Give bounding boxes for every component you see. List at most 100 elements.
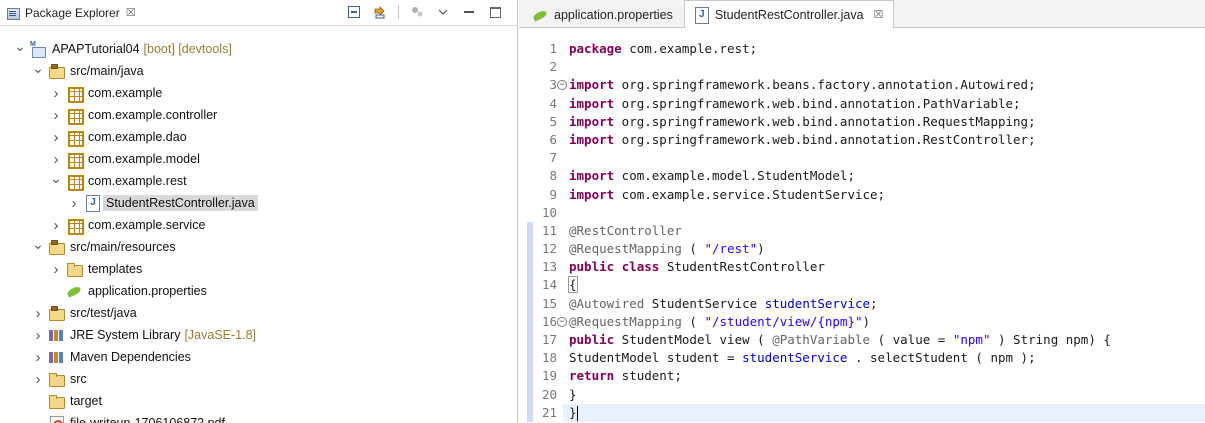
code-line[interactable]: 14 { bbox=[519, 276, 1205, 295]
tree-item-label: file-writeup-1706106872.pdf bbox=[70, 416, 225, 423]
tree-item[interactable]: ⌄ com.example.rest bbox=[0, 170, 517, 192]
chevron-down-icon[interactable]: ⌄ bbox=[14, 38, 26, 54]
code-line[interactable]: 10 bbox=[519, 204, 1205, 222]
code-line[interactable]: 16− @RequestMapping ( "/student/view/{npm… bbox=[519, 312, 1205, 331]
code-line[interactable]: 11 @RestController bbox=[519, 221, 1205, 241]
code-line[interactable]: 7 bbox=[519, 149, 1205, 167]
tree-item[interactable]: ⌄ APAPTutorial04[boot] [devtools] bbox=[0, 38, 517, 60]
code-token: ( value = bbox=[870, 332, 953, 347]
code-line[interactable]: 4 import org.springframework.web.bind.ann… bbox=[519, 95, 1205, 113]
chevron-right-icon[interactable]: › bbox=[32, 349, 44, 366]
link-with-editor-icon bbox=[374, 6, 385, 19]
chevron-right-icon[interactable]: › bbox=[50, 107, 62, 124]
code-token: import bbox=[569, 77, 615, 93]
code-line[interactable]: 21} bbox=[519, 403, 1205, 422]
chevron-right-icon[interactable]: › bbox=[50, 129, 62, 146]
minimize-button[interactable] bbox=[461, 4, 477, 20]
line-number: 2 bbox=[519, 58, 563, 76]
maximize-icon bbox=[489, 6, 501, 18]
editor-tab[interactable]: application.properties bbox=[523, 1, 684, 27]
focus-on-active-task-button[interactable] bbox=[409, 4, 425, 20]
code-token: @RequestMapping bbox=[569, 313, 682, 329]
editor-tab-label: StudentRestController.java bbox=[714, 7, 864, 22]
chevron-down-icon[interactable]: ⌄ bbox=[32, 236, 44, 252]
tree-item[interactable]: › src bbox=[0, 368, 517, 390]
code-line[interactable]: 2 bbox=[519, 58, 1205, 76]
code-line[interactable]: 9 import com.example.service.StudentServi… bbox=[519, 186, 1205, 204]
code-token: } bbox=[569, 404, 577, 420]
tree-item[interactable]: ›file-writeup-1706106872.pdf bbox=[0, 412, 517, 423]
line-number-text: 6 bbox=[549, 131, 557, 147]
chevron-right-icon[interactable]: › bbox=[32, 327, 44, 344]
library-icon bbox=[48, 327, 64, 343]
maximize-button[interactable] bbox=[487, 4, 503, 20]
code-line[interactable]: 5 import org.springframework.web.bind.ann… bbox=[519, 113, 1205, 131]
code-line[interactable]: 20} bbox=[519, 385, 1205, 404]
chevron-right-icon[interactable]: › bbox=[50, 151, 62, 168]
tree-item[interactable]: › Maven Dependencies bbox=[0, 346, 517, 368]
editor-tab-bar: application.properties StudentRestControl… bbox=[519, 0, 1205, 28]
code-line[interactable]: 18 StudentModel student = studentService … bbox=[519, 349, 1205, 368]
tree-item[interactable]: › com.example bbox=[0, 82, 517, 104]
code-area[interactable]: 1 package com.example.rest; 2 3− import org.… bbox=[519, 40, 1205, 422]
tree-item[interactable]: ›application.properties bbox=[0, 280, 517, 302]
fold-toggle-icon[interactable]: − bbox=[557, 316, 567, 327]
code-line[interactable]: 12 @RequestMapping ( "/rest") bbox=[519, 240, 1205, 259]
code-line[interactable]: 19 return student; bbox=[519, 367, 1205, 386]
code-text: } bbox=[563, 386, 577, 404]
tree-item[interactable]: › com.example.service bbox=[0, 214, 517, 236]
close-tab-icon[interactable]: ☒ bbox=[874, 8, 884, 21]
editor-tab-active[interactable]: StudentRestController.java ☒ bbox=[683, 0, 895, 28]
line-number-text: 21 bbox=[541, 404, 557, 420]
library-icon bbox=[48, 349, 64, 365]
chevron-right-icon[interactable]: › bbox=[32, 371, 44, 388]
code-token: org.springframework.web.bind.annotation.… bbox=[614, 95, 1021, 111]
tree-item[interactable]: ›target bbox=[0, 390, 517, 412]
line-number: 13 bbox=[519, 258, 563, 277]
tree-item[interactable]: › JRE System Library [JavaSE-1.8] bbox=[0, 324, 517, 346]
close-view-icon[interactable]: ☒ bbox=[126, 6, 136, 19]
chevron-down-icon[interactable]: ⌄ bbox=[32, 60, 44, 76]
chevron-right-icon[interactable]: › bbox=[50, 85, 62, 102]
tree-item[interactable]: › StudentRestController.java bbox=[0, 192, 517, 214]
line-number: 3− bbox=[519, 76, 567, 94]
tree-item[interactable]: › templates bbox=[0, 258, 517, 280]
view-menu-button[interactable] bbox=[435, 4, 451, 20]
code-line[interactable]: 6 import org.springframework.web.bind.ann… bbox=[519, 131, 1205, 149]
code-line[interactable]: 17 public StudentModel view ( @PathVariab… bbox=[519, 331, 1205, 350]
code-token: studentService bbox=[764, 295, 871, 311]
line-number: 10 bbox=[519, 204, 563, 222]
tree-item[interactable]: ⌄ src/main/java bbox=[0, 60, 517, 82]
line-number-text: 3 bbox=[549, 77, 557, 93]
tree-item[interactable]: › com.example.dao bbox=[0, 126, 517, 148]
chevron-right-icon[interactable]: › bbox=[32, 305, 44, 322]
package-icon bbox=[66, 129, 84, 147]
chevron-right-icon[interactable]: › bbox=[68, 195, 80, 212]
code-line[interactable]: 15 @Autowired StudentService studentServi… bbox=[519, 294, 1205, 313]
code-line[interactable]: 8 import com.example.model.StudentModel; bbox=[519, 167, 1205, 185]
code-line[interactable]: 1 package com.example.rest; bbox=[519, 40, 1205, 58]
code-line[interactable]: 3− import org.springframework.beans.facto… bbox=[519, 76, 1205, 94]
project-tree: ⌄ APAPTutorial04[boot] [devtools] ⌄ src/mai… bbox=[0, 38, 517, 423]
link-with-editor-button[interactable] bbox=[372, 4, 388, 20]
code-token: studentService bbox=[742, 350, 848, 366]
line-number: 21 bbox=[519, 403, 563, 422]
view-title[interactable]: Package Explorer bbox=[25, 6, 120, 20]
tree-item[interactable]: › com.example.model bbox=[0, 148, 517, 170]
line-number-text: 17 bbox=[541, 332, 557, 347]
chevron-right-icon[interactable]: › bbox=[50, 261, 62, 278]
code-token: StudentService bbox=[644, 295, 765, 311]
code-text: { bbox=[563, 276, 578, 294]
chevron-right-icon[interactable]: › bbox=[50, 217, 62, 234]
line-number: 4 bbox=[519, 95, 563, 113]
code-token: com.example.model.StudentModel; bbox=[614, 168, 855, 184]
tree-item[interactable]: ⌄ src/main/resources bbox=[0, 236, 517, 258]
chevron-down-icon[interactable]: ⌄ bbox=[50, 170, 62, 186]
tree-item[interactable]: › com.example.controller bbox=[0, 104, 517, 126]
code-line[interactable]: 13 public class StudentRestController bbox=[519, 258, 1205, 277]
focus-task-icon bbox=[412, 7, 423, 17]
collapse-all-button[interactable] bbox=[346, 4, 362, 20]
tree-item[interactable]: › src/test/java bbox=[0, 302, 517, 324]
